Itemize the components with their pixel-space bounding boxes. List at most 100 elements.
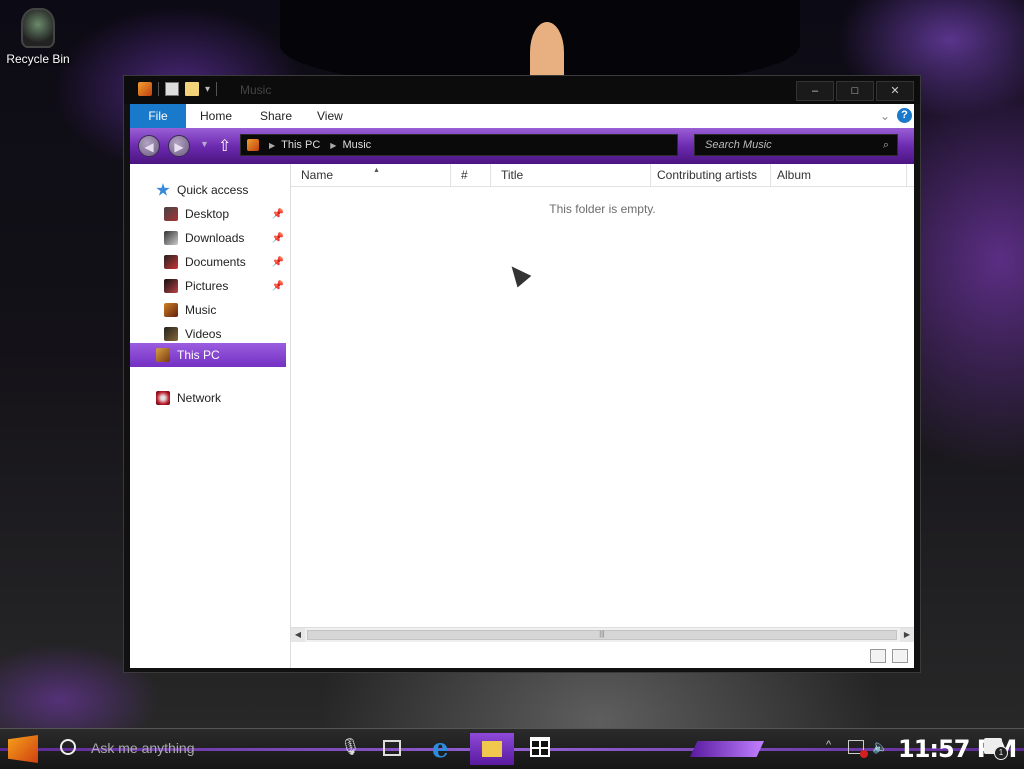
window-controls: – □ ✕ <box>796 81 914 101</box>
breadcrumb[interactable]: ▶ This PC ▶ Music <box>240 134 678 156</box>
title-bar[interactable]: ▾ Music – □ ✕ <box>124 76 920 104</box>
pin-icon[interactable]: 📌 <box>272 281 284 292</box>
sidebar-item-label: Network <box>177 391 222 405</box>
expand-ribbon-chevron-icon[interactable]: ⌄ <box>880 109 890 123</box>
sidebar-item-this-pc[interactable]: This PC <box>130 343 286 367</box>
show-hidden-icons-chevron-icon[interactable]: ^ <box>826 739 831 751</box>
breadcrumb-this-pc[interactable]: This PC <box>281 139 320 151</box>
recycle-bin-icon <box>21 8 55 48</box>
downloads-icon <box>164 231 178 245</box>
customize-toolbar-chevron-icon[interactable]: ▾ <box>205 84 210 95</box>
sidebar-item-music[interactable]: Music <box>130 299 290 321</box>
tab-share[interactable]: Share <box>246 104 306 128</box>
recent-locations-chevron-icon[interactable]: ▼ <box>200 139 209 149</box>
taskbar: Ask me anything 🎙 e ^ 🔈 11:57 PM 1 <box>0 728 1024 769</box>
search-placeholder: Search Music <box>705 139 772 151</box>
breadcrumb-separator-icon[interactable]: ▶ <box>330 141 336 150</box>
column-header-title[interactable]: Title <box>491 164 651 186</box>
help-icon[interactable]: ? <box>897 108 912 123</box>
store-icon[interactable] <box>530 737 550 757</box>
action-center-icon[interactable]: 1 <box>984 738 1008 760</box>
pictures-icon <box>164 279 178 293</box>
status-bar <box>291 644 914 668</box>
task-view-icon[interactable] <box>383 740 401 756</box>
sidebar-item-videos[interactable]: Videos <box>130 323 290 345</box>
sidebar-item-quick-access[interactable]: Quick access <box>130 179 290 201</box>
microphone-icon[interactable]: 🎙 <box>340 737 360 757</box>
file-explorer-taskbar-button[interactable] <box>470 733 514 765</box>
network-status-icon[interactable] <box>848 740 868 758</box>
scroll-left-arrow-icon[interactable]: ◀ <box>291 628 305 642</box>
music-folder-icon <box>138 82 152 96</box>
pin-icon[interactable]: 📌 <box>272 233 284 244</box>
tab-home[interactable]: Home <box>186 104 246 128</box>
scrollbar-thumb[interactable]: ||| <box>307 630 897 640</box>
pin-icon[interactable]: 📌 <box>272 257 284 268</box>
navigation-pane: Quick access Desktop 📌 Downloads 📌 Docum… <box>130 164 290 668</box>
taskbar-decoration <box>690 741 764 757</box>
file-list-pane[interactable]: ▲ Name # Title Contributing artists Albu… <box>290 164 914 668</box>
close-button[interactable]: ✕ <box>876 81 914 101</box>
wallpaper-ear-shape <box>530 22 564 82</box>
up-arrow-button[interactable]: ⇧ <box>218 136 231 156</box>
start-button[interactable] <box>8 735 38 763</box>
back-button[interactable]: ◀ <box>138 135 160 157</box>
music-folder-icon <box>247 139 259 151</box>
maximize-button[interactable]: □ <box>836 81 874 101</box>
sidebar-item-documents[interactable]: Documents 📌 <box>130 251 290 273</box>
address-bar: ◀ ▶ ▼ ⇧ ▶ This PC ▶ Music Search Music ⌕ <box>130 128 914 164</box>
breadcrumb-separator-icon[interactable]: ▶ <box>269 141 275 150</box>
sidebar-item-label: Downloads <box>185 231 245 245</box>
breadcrumb-music[interactable]: Music <box>342 139 371 151</box>
sidebar-item-label: Desktop <box>185 207 230 221</box>
folder-icon <box>482 741 502 757</box>
column-header-album[interactable]: Album <box>771 164 907 186</box>
ribbon-tabs: File Home Share View ⌄ ? <box>130 104 914 128</box>
scroll-right-arrow-icon[interactable]: ▶ <box>900 628 914 642</box>
properties-icon[interactable] <box>165 82 179 96</box>
tab-view[interactable]: View <box>303 104 357 128</box>
mouse-pointer-icon <box>504 260 532 288</box>
sidebar-item-label: This PC <box>177 348 220 362</box>
volume-icon[interactable]: 🔈 <box>872 739 888 755</box>
pin-icon[interactable]: 📌 <box>272 209 284 220</box>
window-title: Music <box>240 83 272 97</box>
large-icons-view-icon[interactable] <box>892 649 908 663</box>
details-view-icon[interactable] <box>870 649 886 663</box>
horizontal-scrollbar[interactable]: ◀ ||| ▶ <box>291 627 914 642</box>
star-icon <box>156 183 170 196</box>
edge-browser-icon[interactable]: e <box>432 735 449 763</box>
sidebar-item-network[interactable]: Network <box>130 387 290 409</box>
music-icon <box>164 303 178 317</box>
column-headers: ▲ Name # Title Contributing artists Albu… <box>291 164 914 187</box>
notification-count-badge: 1 <box>994 746 1008 760</box>
column-header-label: Name <box>301 168 334 182</box>
search-icon[interactable]: ⌕ <box>883 135 889 155</box>
recycle-bin-label: Recycle Bin <box>6 52 70 66</box>
column-header-contributing-artists[interactable]: Contributing artists <box>651 164 771 186</box>
sidebar-item-pictures[interactable]: Pictures 📌 <box>130 275 290 297</box>
empty-folder-message: This folder is empty. <box>549 202 656 216</box>
search-input[interactable]: Search Music ⌕ <box>694 134 898 156</box>
recycle-bin-desktop-icon[interactable]: Recycle Bin <box>6 8 70 66</box>
cortana-icon[interactable] <box>60 739 76 755</box>
sidebar-item-label: Videos <box>185 327 222 341</box>
new-folder-icon[interactable] <box>185 82 199 96</box>
quick-access-toolbar: ▾ <box>138 82 218 96</box>
cortana-search-input[interactable]: Ask me anything <box>91 740 195 756</box>
toolbar-separator <box>158 82 159 96</box>
explorer-window: ▾ Music – □ ✕ File Home Share View ⌄ ? ◀… <box>123 75 921 673</box>
forward-button[interactable]: ▶ <box>168 135 190 157</box>
tab-file[interactable]: File <box>130 104 186 128</box>
documents-icon <box>164 255 178 269</box>
sidebar-item-label: Pictures <box>185 279 229 293</box>
minimize-button[interactable]: – <box>796 81 834 101</box>
sidebar-item-desktop[interactable]: Desktop 📌 <box>130 203 290 225</box>
sidebar-item-downloads[interactable]: Downloads 📌 <box>130 227 290 249</box>
sidebar-item-label: Documents <box>185 255 246 269</box>
computer-icon <box>156 348 170 362</box>
column-header-name[interactable]: ▲ Name <box>291 164 451 186</box>
sort-ascending-icon: ▲ <box>373 167 380 174</box>
sidebar-item-label: Music <box>185 303 217 317</box>
column-header-number[interactable]: # <box>451 164 491 186</box>
